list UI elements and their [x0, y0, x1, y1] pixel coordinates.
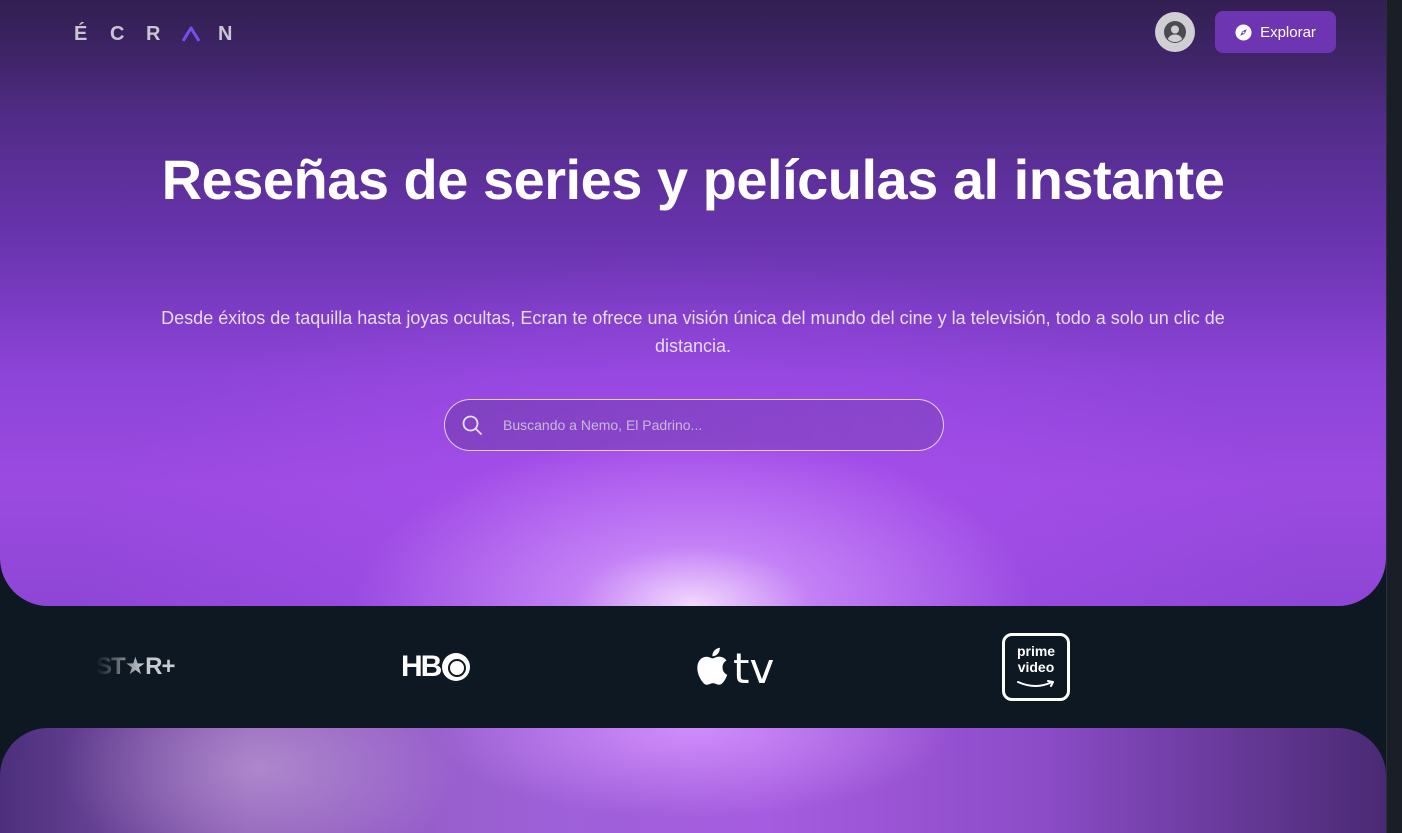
logo-letter-a-icon	[182, 24, 218, 44]
logo-letter-e: É	[74, 22, 88, 45]
apple-icon	[695, 646, 729, 691]
streaming-brands-strip	[0, 606, 1386, 728]
hero-section: É C R N Explorar Reseñas de series y pel…	[0, 0, 1386, 606]
logo-letter-n: N	[218, 22, 233, 45]
ecran-logo[interactable]: É C R N	[74, 22, 254, 46]
video-text: video	[1017, 658, 1055, 675]
apple-tv-text: tv	[733, 643, 775, 693]
prime-text: prime	[1016, 642, 1056, 659]
hbo-logo: HB	[401, 650, 471, 684]
user-avatar-icon[interactable]	[1155, 12, 1195, 52]
apple-tv-logo: tv	[695, 646, 774, 691]
explore-button-label: Explorar	[1260, 23, 1316, 41]
logo-letter-c: C	[110, 22, 125, 45]
search-input[interactable]	[503, 405, 943, 445]
next-section-card	[0, 728, 1386, 833]
logo-letter-r: R	[146, 22, 161, 45]
hero-title: Reseñas de series y películas al instant…	[161, 148, 1225, 211]
search-icon	[461, 414, 483, 436]
compass-icon	[1235, 23, 1252, 41]
hero-subtitle: Desde éxitos de taquilla hasta joyas ocu…	[161, 308, 1225, 356]
hbo-o-icon	[442, 653, 471, 681]
search-bar[interactable]	[444, 399, 944, 451]
amazon-smile-icon	[1016, 676, 1056, 692]
scrollbar[interactable]	[1386, 0, 1402, 833]
prime-video-logo: prime video	[1002, 633, 1070, 701]
hbo-logo-text: HB	[401, 650, 442, 683]
star-plus-logo: ST★R+	[96, 653, 176, 680]
page: É C R N Explorar Reseñas de series y pel…	[0, 0, 1386, 833]
explore-button[interactable]: Explorar	[1215, 11, 1336, 53]
